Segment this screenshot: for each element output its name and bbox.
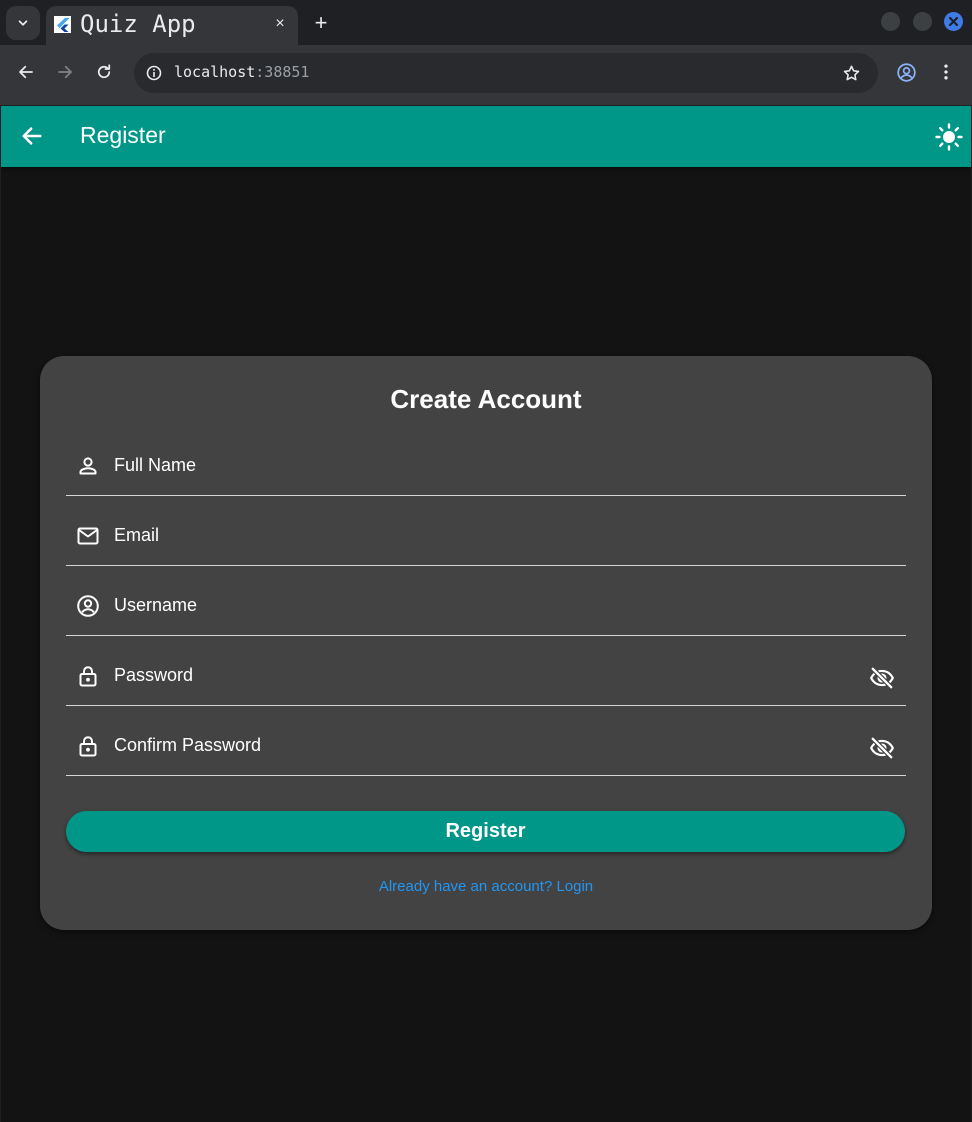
lock-icon [75, 733, 101, 759]
close-window-button[interactable] [944, 12, 963, 31]
username-input[interactable] [114, 592, 854, 618]
register-button[interactable]: Register [66, 811, 905, 852]
chevron-down-icon [18, 20, 28, 26]
browser-toolbar: localhost:38851 [0, 45, 972, 105]
url-port: :38851 [255, 63, 310, 81]
full-name-field[interactable]: Full Name [66, 426, 906, 496]
register-card: Create Account Full Name Email Username [40, 356, 932, 930]
app-back-button[interactable] [19, 123, 45, 149]
tab-title: Quiz App [80, 10, 196, 38]
browser-menu-button[interactable] [934, 60, 958, 84]
minimize-window-button[interactable] [881, 12, 900, 31]
app-viewport: Register Create Account Full Name Email … [1, 106, 971, 1122]
browser-back-button[interactable] [14, 60, 38, 84]
flutter-favicon-icon [54, 16, 71, 33]
site-info-button[interactable] [142, 61, 166, 85]
back-icon [19, 65, 33, 79]
email-input[interactable] [114, 522, 854, 548]
username-field[interactable]: Username [66, 566, 906, 636]
page-title: Register [80, 122, 166, 148]
toggle-confirm-password-visibility-button[interactable] [868, 734, 896, 762]
light-mode-icon [935, 123, 963, 151]
reload-button[interactable] [92, 60, 116, 84]
mail-outline-icon [75, 523, 101, 549]
profile-icon [896, 62, 916, 82]
menu-icon [944, 64, 948, 80]
address-bar[interactable]: localhost:38851 [134, 53, 878, 93]
person-outline-icon [75, 453, 101, 479]
password-input[interactable] [114, 662, 854, 688]
login-link[interactable]: Already have an account? Login [40, 878, 932, 895]
site-info-icon [146, 65, 162, 81]
close-tab-icon[interactable]: × [272, 13, 288, 35]
account-circle-icon [75, 593, 101, 619]
confirm-password-input[interactable] [114, 732, 854, 758]
full-name-input[interactable] [114, 452, 854, 478]
app-bar: Register [1, 106, 971, 167]
close-icon [948, 16, 959, 27]
new-tab-button[interactable]: + [310, 10, 332, 36]
lock-icon [75, 663, 101, 689]
browser-tab-strip: Quiz App × + [0, 0, 972, 45]
toggle-password-visibility-button[interactable] [868, 664, 896, 692]
theme-toggle-button[interactable] [935, 123, 963, 151]
password-field[interactable]: Password [66, 636, 906, 706]
forward-icon [58, 65, 72, 79]
url-host: localhost [174, 63, 256, 81]
browser-forward-button[interactable] [53, 60, 77, 84]
visibility-off-icon [870, 666, 894, 690]
reload-icon [97, 64, 111, 79]
confirm-password-field[interactable]: Confirm Password [66, 706, 906, 776]
form-title: Create Account [390, 384, 582, 414]
url-text: localhost:38851 [174, 63, 309, 81]
browser-tab-active[interactable]: Quiz App × [46, 6, 298, 45]
email-field[interactable]: Email [66, 496, 906, 566]
bookmark-button[interactable] [840, 62, 862, 84]
maximize-window-button[interactable] [913, 12, 932, 31]
arrow-back-icon [22, 127, 42, 145]
profile-button[interactable] [894, 60, 918, 84]
tab-list-button[interactable] [6, 6, 40, 40]
bookmark-star-icon [843, 65, 859, 80]
visibility-off-icon [870, 736, 894, 760]
